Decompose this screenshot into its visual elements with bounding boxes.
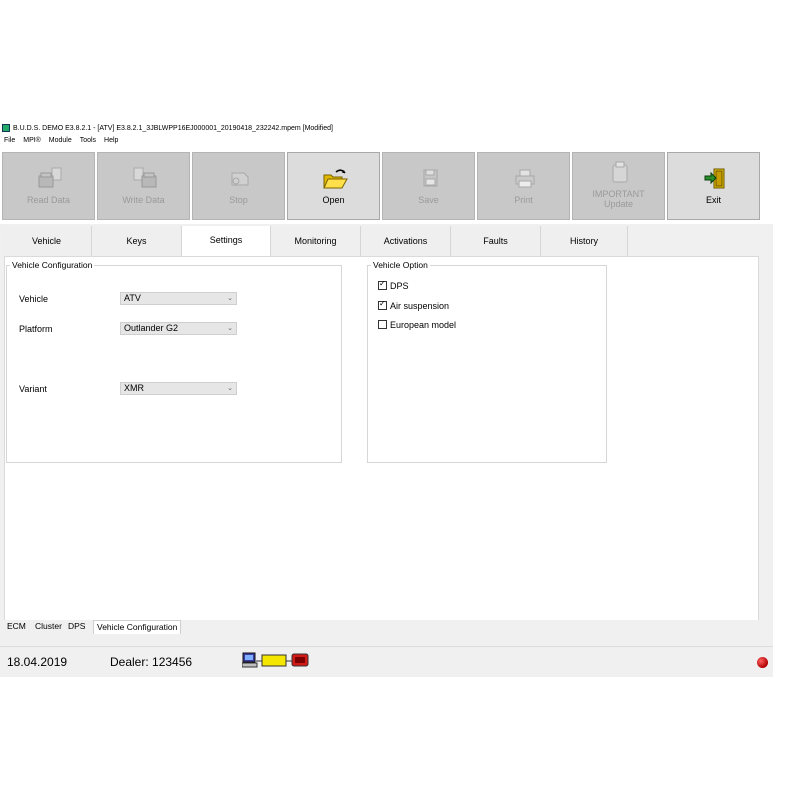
read-data-icon — [38, 167, 62, 188]
exit-door-icon — [704, 168, 725, 189]
platform-select[interactable]: Outlander G2 ⌄ — [120, 322, 237, 335]
platform-value: Outlander G2 — [124, 323, 179, 333]
chevron-down-icon: ⌄ — [227, 325, 233, 332]
open-button[interactable]: Open — [287, 152, 380, 220]
bottom-tab-dps[interactable]: DPS — [68, 620, 85, 634]
air-suspension-checkbox[interactable]: ✓ Air suspension — [378, 299, 450, 311]
european-model-checkbox[interactable]: European model — [378, 320, 456, 330]
connection-status-icons — [242, 652, 309, 668]
window-title: B.U.D.S. DEMO E3.8.2.1 - [ATV] E3.8.2.1_… — [13, 125, 333, 132]
air-suspension-label: Air suspension — [390, 301, 450, 311]
stop-label: Stop — [229, 195, 248, 205]
save-button[interactable]: Save — [382, 152, 475, 220]
write-data-button[interactable]: Write Data — [97, 152, 190, 220]
menu-module[interactable]: Module — [49, 137, 72, 144]
bottom-tab-vehicle-configuration[interactable]: Vehicle Configuration — [93, 620, 182, 634]
vehicle-configuration-group: Vehicle Configuration Vehicle ATV ⌄ Plat… — [6, 260, 342, 463]
bottom-tab-ecm[interactable]: ECM — [7, 620, 26, 634]
checkbox-box[interactable] — [378, 320, 387, 329]
dps-checkbox[interactable]: ✓ DPS — [378, 279, 409, 291]
update-icon — [612, 161, 628, 183]
menu-help[interactable]: Help — [104, 137, 118, 144]
dps-label: DPS — [390, 281, 409, 291]
write-data-icon — [133, 167, 157, 188]
european-model-label: European model — [390, 320, 457, 330]
chevron-down-icon: ⌄ — [227, 385, 233, 392]
vehicle-configuration-title: Vehicle Configuration — [10, 260, 95, 270]
important-update-label: IMPORTANT Update — [573, 189, 664, 209]
tab-monitoring[interactable]: Monitoring — [271, 226, 361, 256]
exit-button[interactable]: Exit — [667, 152, 760, 220]
interface-adapter-icon — [256, 654, 292, 667]
print-button[interactable]: Print — [477, 152, 570, 220]
read-data-label: Read Data — [26, 195, 71, 205]
status-bar: 18.04.2019 Dealer: 123456 — [0, 646, 773, 677]
tab-keys[interactable]: Keys — [92, 226, 182, 256]
print-label: Print — [514, 195, 533, 205]
toolbar: Read Data Write Data Stop Open Save Prin… — [0, 146, 773, 224]
menu-bar: File MPI® Module Tools Help — [0, 135, 773, 146]
vehicle-value: ATV — [124, 293, 141, 303]
tab-faults[interactable]: Faults — [451, 226, 541, 256]
checkmark-icon: ✓ — [379, 279, 386, 288]
checkmark-icon: ✓ — [379, 299, 386, 308]
stop-button[interactable]: Stop — [192, 152, 285, 220]
title-bar: B.U.D.S. DEMO E3.8.2.1 - [ATV] E3.8.2.1_… — [0, 123, 773, 135]
update-label-line2: Update — [603, 199, 634, 209]
settings-panel: Vehicle Configuration Vehicle ATV ⌄ Plat… — [4, 256, 759, 621]
menu-tools[interactable]: Tools — [80, 137, 96, 144]
computer-icon — [242, 652, 258, 668]
read-data-button[interactable]: Read Data — [2, 152, 95, 220]
checkbox-box[interactable]: ✓ — [378, 279, 387, 290]
status-indicator-light — [757, 657, 768, 668]
main-window: B.U.D.S. DEMO E3.8.2.1 - [ATV] E3.8.2.1_… — [0, 123, 773, 677]
folder-open-icon — [323, 169, 348, 189]
exit-label: Exit — [705, 195, 721, 205]
vehicle-option-title: Vehicle Option — [371, 260, 430, 270]
tab-settings[interactable]: Settings — [182, 226, 271, 256]
bottom-tab-cluster[interactable]: Cluster — [35, 620, 62, 634]
chevron-down-icon: ⌄ — [227, 295, 233, 302]
main-tabs: Vehicle Keys Settings Monitoring Activat… — [0, 226, 773, 256]
variant-select[interactable]: XMR ⌄ — [120, 382, 237, 395]
vehicle-label: Vehicle — [19, 294, 49, 304]
variant-label: Variant — [19, 384, 47, 394]
write-data-label: Write Data — [122, 195, 165, 205]
floppy-disk-icon — [423, 169, 438, 187]
vehicle-module-icon — [291, 653, 309, 667]
tab-history[interactable]: History — [541, 226, 628, 256]
variant-value: XMR — [124, 383, 144, 393]
platform-label: Platform — [19, 324, 53, 334]
vehicle-select[interactable]: ATV ⌄ — [120, 292, 237, 305]
stop-icon — [231, 172, 249, 186]
important-update-button[interactable]: IMPORTANT Update — [572, 152, 665, 220]
open-label: Open — [322, 195, 345, 205]
checkbox-box[interactable]: ✓ — [378, 299, 387, 310]
important-label-line1: IMPORTANT — [592, 189, 645, 199]
vehicle-option-group: Vehicle Option ✓ DPS ✓ Air suspension Euro… — [367, 260, 607, 463]
app-icon — [2, 124, 10, 133]
save-label: Save — [418, 195, 439, 205]
bottom-tabs: ECM Cluster DPS Vehicle Configuration — [4, 620, 759, 634]
status-date: 18.04.2019 — [7, 655, 68, 669]
menu-file[interactable]: File — [4, 137, 15, 144]
menu-mpi[interactable]: MPI® — [23, 137, 41, 144]
printer-icon — [515, 169, 535, 188]
tab-activations[interactable]: Activations — [361, 226, 451, 256]
tab-vehicle[interactable]: Vehicle — [2, 226, 92, 256]
status-dealer: Dealer: 123456 — [110, 655, 193, 669]
